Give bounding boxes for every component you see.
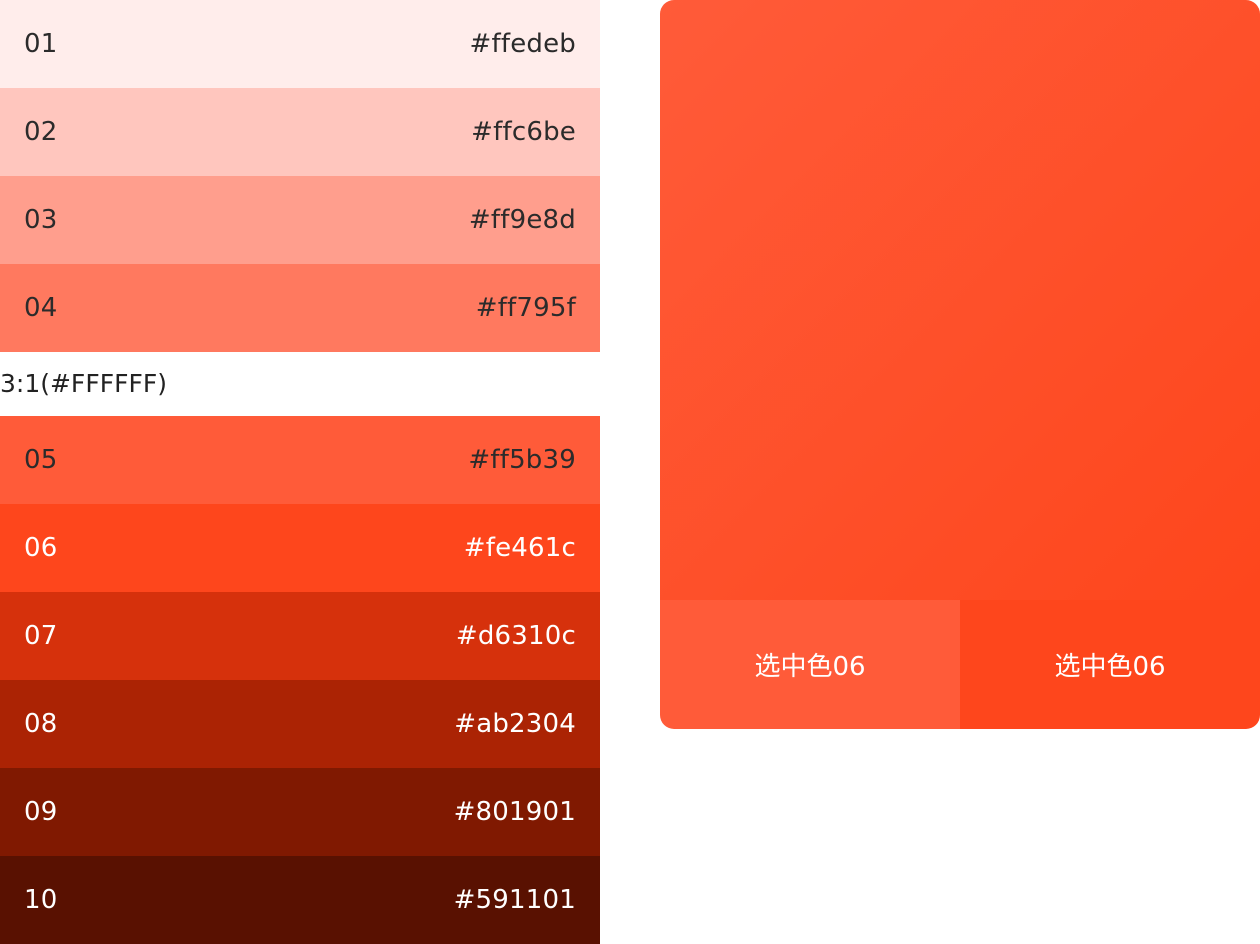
contrast-ratio-label: 3:1(#FFFFFF) (0, 369, 167, 398)
preview-gradient-area (660, 0, 1260, 600)
swatch-row: 06 #fe461c (0, 504, 600, 592)
swatch-hex: #d6310c (455, 621, 576, 651)
palette-top-group: 01 #ffedeb 02 #ffc6be 03 #ff9e8d 04 #ff7… (0, 0, 600, 352)
swatch-hex: #ab2304 (454, 709, 576, 739)
swatch-step: 10 (24, 885, 58, 915)
swatch-step: 09 (24, 797, 58, 827)
swatch-row: 08 #ab2304 (0, 680, 600, 768)
swatch-hex: #ff5b39 (468, 445, 576, 475)
swatch-row: 09 #801901 (0, 768, 600, 856)
selected-color-button-right[interactable]: 选中色06 (960, 600, 1260, 729)
swatch-step: 06 (24, 533, 58, 563)
swatch-hex: #ffedeb (469, 29, 576, 59)
swatch-row: 05 #ff5b39 (0, 416, 600, 504)
color-palette: 01 #ffedeb 02 #ffc6be 03 #ff9e8d 04 #ff7… (0, 0, 600, 944)
swatch-step: 08 (24, 709, 58, 739)
swatch-step: 03 (24, 205, 58, 235)
swatch-row: 01 #ffedeb (0, 0, 600, 88)
swatch-hex: #591101 (453, 885, 576, 915)
swatch-row: 07 #d6310c (0, 592, 600, 680)
swatch-row: 03 #ff9e8d (0, 176, 600, 264)
swatch-step: 02 (24, 117, 58, 147)
swatch-step: 05 (24, 445, 58, 475)
swatch-hex: #ffc6be (471, 117, 576, 147)
swatch-hex: #ff9e8d (468, 205, 576, 235)
palette-bottom-group: 05 #ff5b39 06 #fe461c 07 #d6310c 08 #ab2… (0, 416, 600, 944)
swatch-row: 10 #591101 (0, 856, 600, 944)
swatch-hex: #fe461c (463, 533, 576, 563)
selected-color-button-left[interactable]: 选中色06 (660, 600, 960, 729)
swatch-hex: #ff795f (475, 293, 576, 323)
swatch-hex: #801901 (453, 797, 576, 827)
swatch-row: 04 #ff795f (0, 264, 600, 352)
selected-color-label: 选中色06 (1054, 652, 1166, 682)
swatch-step: 04 (24, 293, 58, 323)
selected-color-label: 选中色06 (754, 652, 866, 682)
color-preview-card: 选中色06 选中色06 (660, 0, 1260, 729)
preview-button-row: 选中色06 选中色06 (660, 600, 1260, 729)
swatch-row: 02 #ffc6be (0, 88, 600, 176)
swatch-step: 01 (24, 29, 58, 59)
swatch-step: 07 (24, 621, 58, 651)
